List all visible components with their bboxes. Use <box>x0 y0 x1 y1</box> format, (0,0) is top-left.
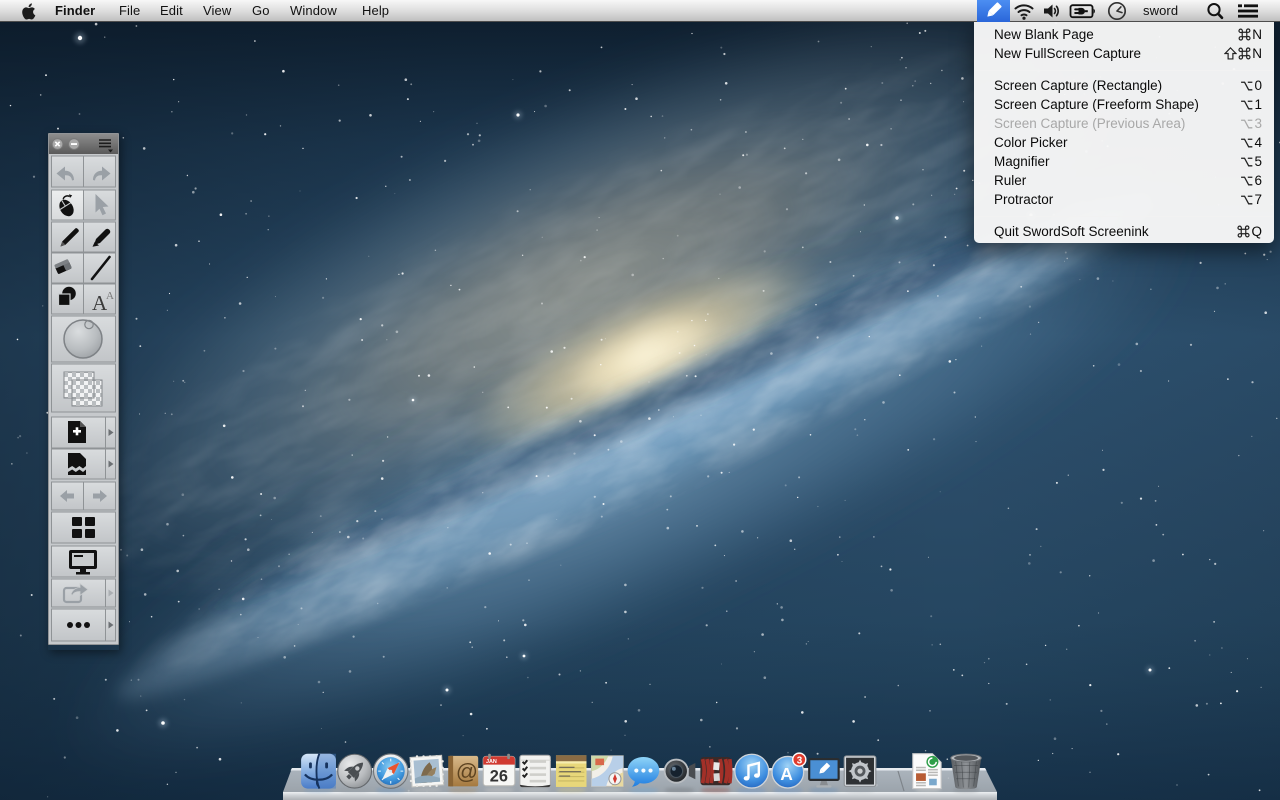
svg-text:@: @ <box>456 759 478 784</box>
svg-text:26: 26 <box>490 767 508 785</box>
svg-text:3: 3 <box>797 755 803 766</box>
svg-text:A: A <box>106 290 114 302</box>
svg-text:A: A <box>780 764 793 784</box>
svg-text:JAN: JAN <box>486 759 497 765</box>
